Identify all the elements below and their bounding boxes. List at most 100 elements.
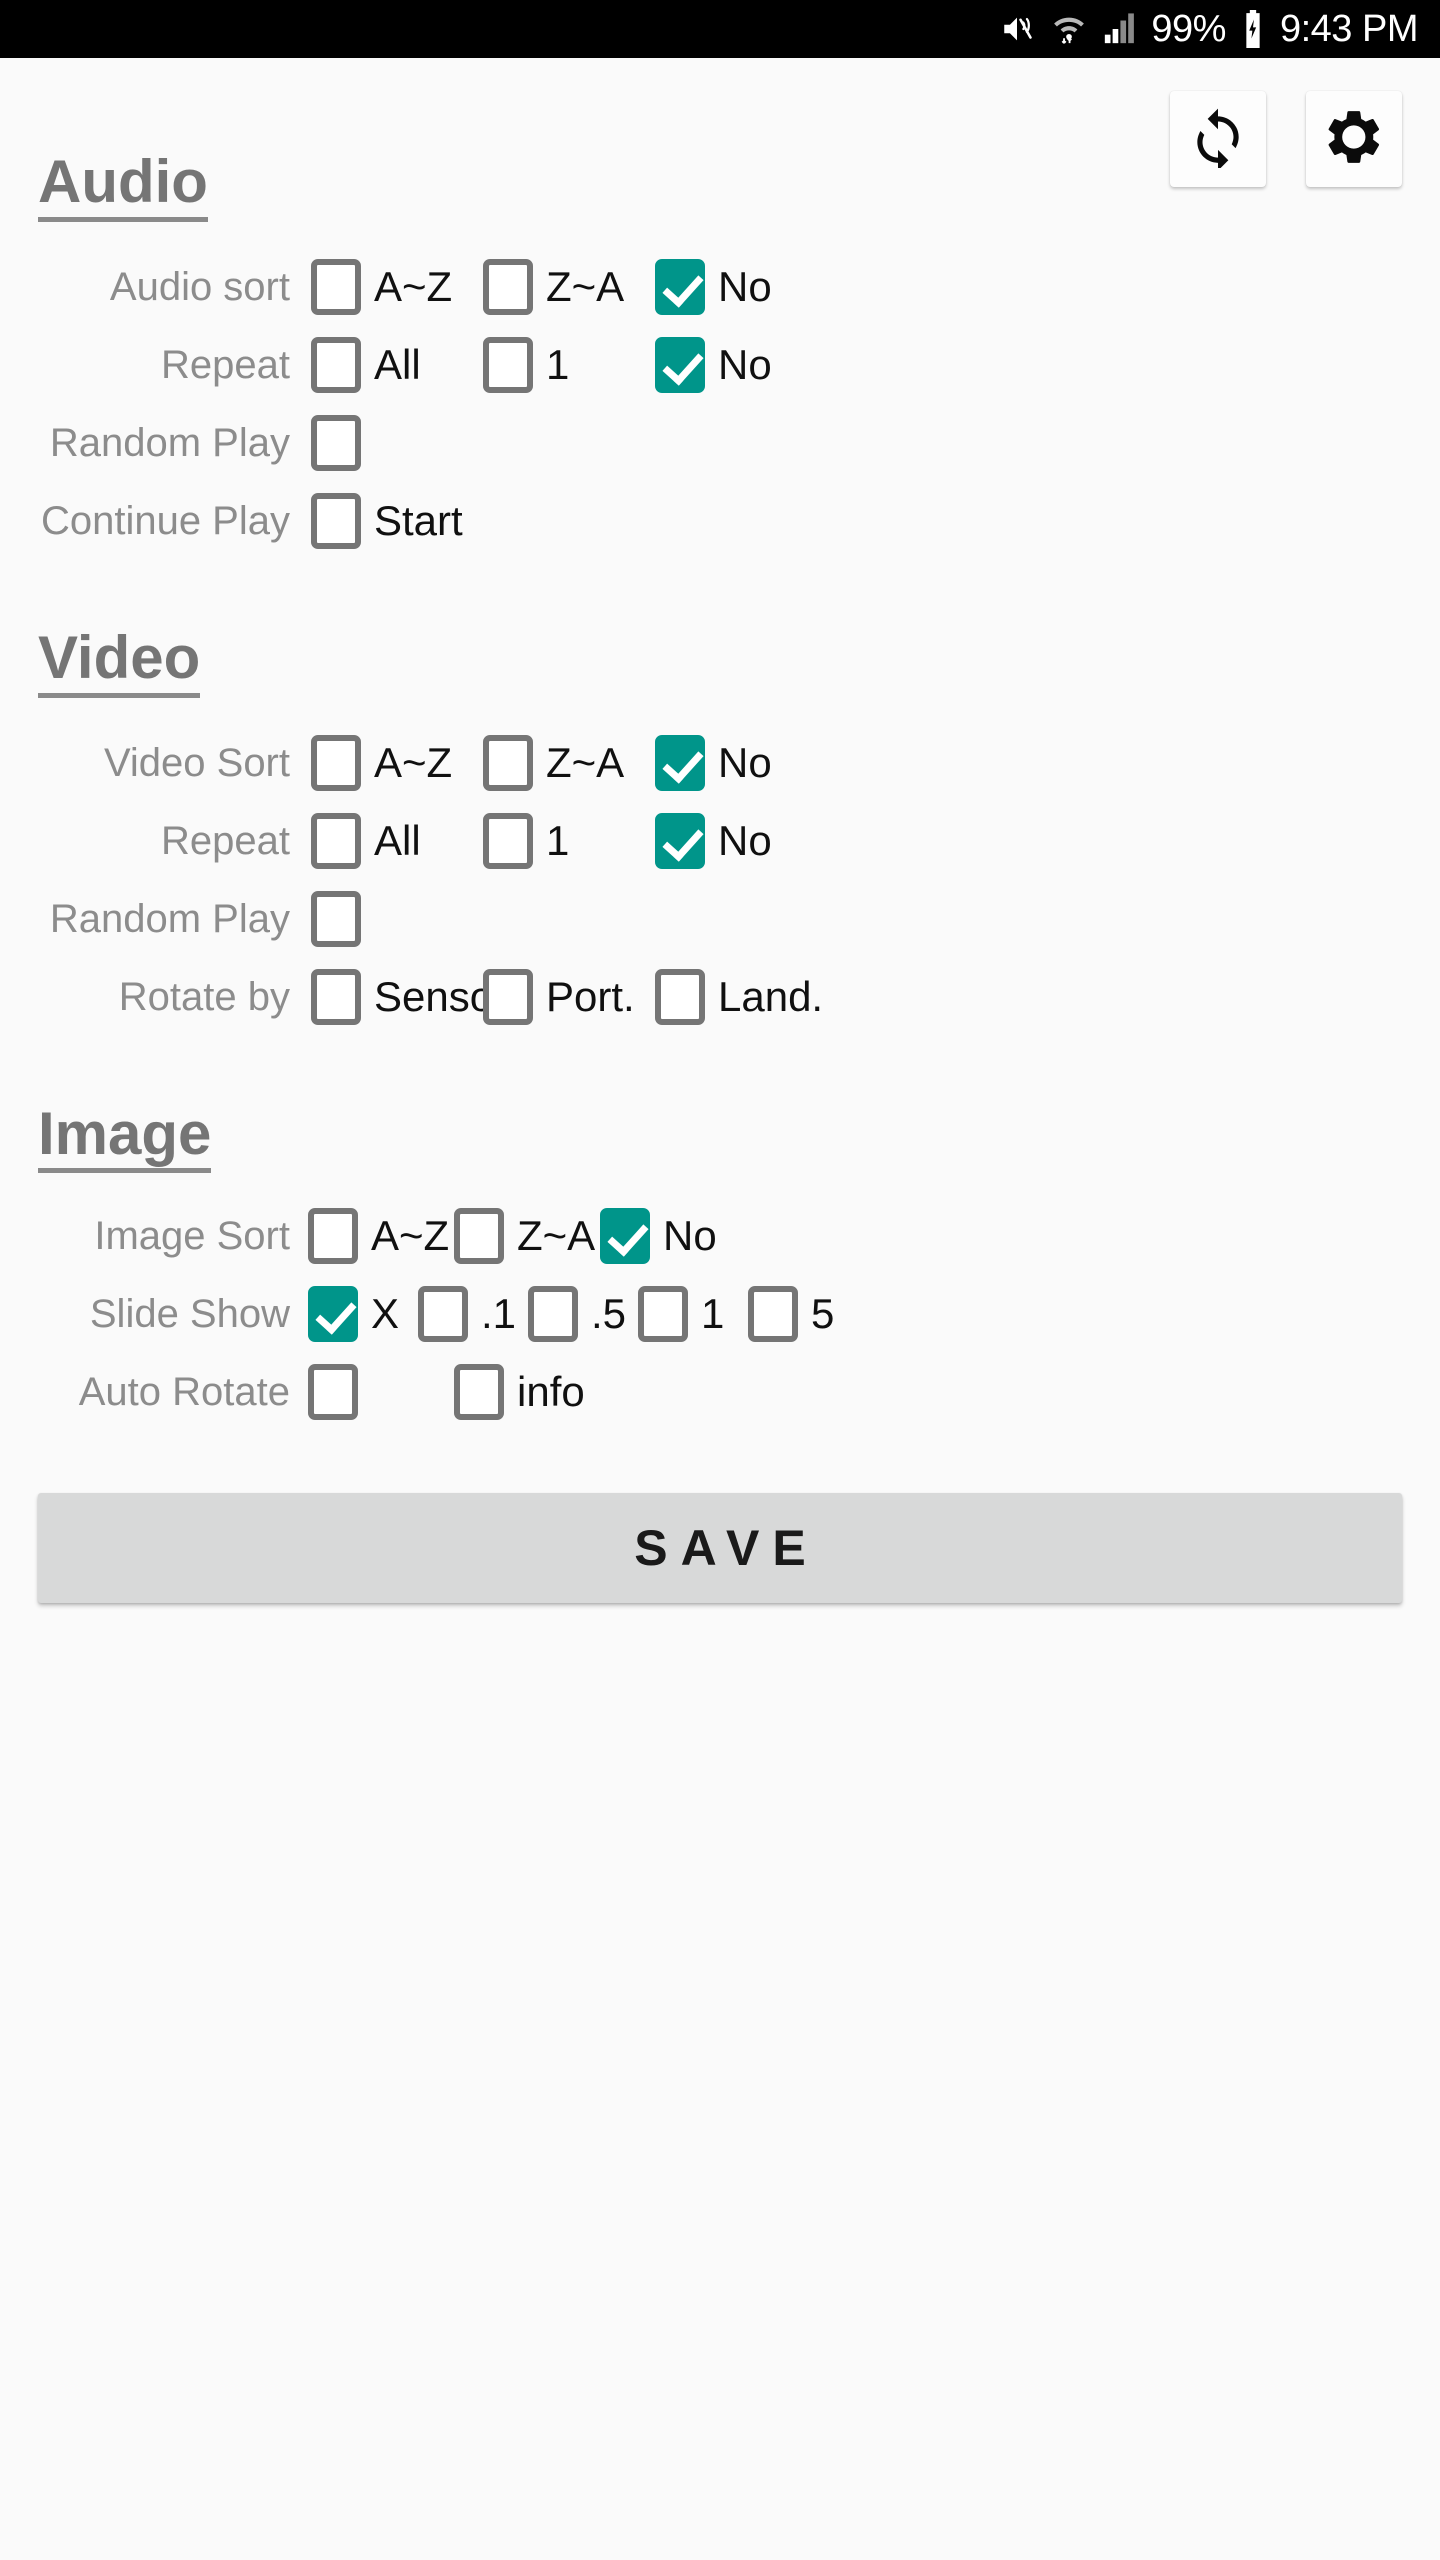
save-button-container: SAVE <box>0 1493 1440 1604</box>
option-audio-sort-no[interactable]: No <box>655 258 772 315</box>
option-label: A~Z <box>374 738 453 786</box>
option-audio-repeat-all[interactable]: All <box>311 336 483 393</box>
option-audio-repeat-one[interactable]: 1 <box>483 336 655 393</box>
option-video-repeat-all[interactable]: All <box>311 812 483 869</box>
option-video-random-play[interactable] <box>311 890 374 947</box>
checkbox[interactable] <box>638 1286 688 1343</box>
option-audio-sort-az[interactable]: A~Z <box>311 258 483 315</box>
checkbox[interactable] <box>311 890 361 947</box>
battery-charging-icon <box>1240 10 1266 48</box>
option-image-sort-no[interactable]: No <box>600 1208 717 1265</box>
option-rotate-landscape[interactable]: Land. <box>655 968 824 1025</box>
option-label: Land. <box>718 972 824 1020</box>
row-label: Auto Rotate <box>78 1370 290 1415</box>
checkbox[interactable] <box>311 968 361 1025</box>
row-label: Random Play <box>49 896 290 941</box>
option-video-repeat-one[interactable]: 1 <box>483 812 655 869</box>
option-image-sort-za[interactable]: Z~A <box>454 1208 600 1265</box>
checkbox[interactable] <box>655 258 705 315</box>
option-slideshow-one[interactable]: 1 <box>638 1286 748 1343</box>
option-audio-random-play[interactable] <box>311 414 374 471</box>
checkbox[interactable] <box>655 812 705 869</box>
checkbox[interactable] <box>308 1364 358 1421</box>
option-slideshow-point1[interactable]: .1 <box>418 1286 528 1343</box>
option-video-repeat-no[interactable]: No <box>655 812 772 869</box>
checkbox[interactable] <box>311 336 361 393</box>
checkbox[interactable] <box>311 734 361 791</box>
option-video-sort-za[interactable]: Z~A <box>483 734 655 791</box>
option-image-info[interactable]: info <box>454 1364 585 1421</box>
save-button[interactable]: SAVE <box>38 1493 1402 1604</box>
checkbox[interactable] <box>308 1208 358 1265</box>
row-image-sort: Image Sort A~Z Z~A No <box>0 1197 1440 1275</box>
checkbox[interactable] <box>655 734 705 791</box>
checkbox[interactable] <box>655 968 705 1025</box>
checkbox[interactable] <box>454 1364 504 1421</box>
row-label: Continue Play <box>40 498 290 543</box>
option-label: No <box>663 1212 717 1260</box>
checkbox[interactable] <box>311 812 361 869</box>
checkbox[interactable] <box>454 1208 504 1265</box>
option-label: No <box>718 738 772 786</box>
option-audio-sort-za[interactable]: Z~A <box>483 258 655 315</box>
checkbox[interactable] <box>311 414 361 471</box>
option-label: All <box>374 816 421 864</box>
option-label: 1 <box>701 1290 725 1338</box>
option-label: .5 <box>591 1290 627 1338</box>
option-label: A~Z <box>374 262 453 310</box>
checkbox[interactable] <box>748 1286 798 1343</box>
option-label: X <box>371 1290 400 1338</box>
option-slideshow-five[interactable]: 5 <box>748 1286 834 1343</box>
option-image-sort-az[interactable]: A~Z <box>308 1208 454 1265</box>
section-title-image: Image <box>38 1101 212 1174</box>
option-audio-continue-play-start[interactable]: Start <box>311 492 463 549</box>
clock-label: 9:43 PM <box>1279 8 1419 50</box>
section-title-video: Video <box>38 625 201 698</box>
row-label: Image Sort <box>94 1214 290 1259</box>
checkbox[interactable] <box>483 336 533 393</box>
section-audio-rows: Audio sort A~Z Z~A No Repeat All 1 No Ra… <box>0 248 1440 560</box>
option-audio-repeat-no[interactable]: No <box>655 336 772 393</box>
option-label: .1 <box>481 1290 517 1338</box>
row-image-slide-show: Slide Show X .1 .5 1 5 <box>0 1275 1440 1353</box>
row-label: Audio sort <box>109 264 290 309</box>
checkbox[interactable] <box>311 258 361 315</box>
option-label: Z~A <box>517 1212 596 1260</box>
row-audio-sort: Audio sort A~Z Z~A No <box>0 248 1440 326</box>
settings-button[interactable] <box>1306 91 1402 187</box>
option-label: Port. <box>546 972 635 1020</box>
row-label: Random Play <box>49 420 290 465</box>
option-video-sort-no[interactable]: No <box>655 734 772 791</box>
row-video-repeat: Repeat All 1 No <box>0 802 1440 880</box>
option-slideshow-point5[interactable]: .5 <box>528 1286 638 1343</box>
option-rotate-portrait[interactable]: Port. <box>483 968 655 1025</box>
option-label: All <box>374 340 421 388</box>
checkbox[interactable] <box>418 1286 468 1343</box>
option-auto-rotate[interactable] <box>308 1364 454 1421</box>
gear-icon <box>1323 106 1385 173</box>
row-audio-repeat: Repeat All 1 No <box>0 326 1440 404</box>
cellular-signal-icon <box>1101 12 1137 46</box>
option-label: Start <box>374 496 463 544</box>
option-label: info <box>517 1368 585 1416</box>
checkbox[interactable] <box>655 336 705 393</box>
option-video-sort-az[interactable]: A~Z <box>311 734 483 791</box>
wifi-icon <box>1051 12 1087 46</box>
section-video-rows: Video Sort A~Z Z~A No Repeat All 1 No Ra… <box>0 724 1440 1036</box>
checkbox[interactable] <box>311 492 361 549</box>
checkbox[interactable] <box>600 1208 650 1265</box>
option-label: Z~A <box>546 262 625 310</box>
checkbox[interactable] <box>483 968 533 1025</box>
checkbox[interactable] <box>528 1286 578 1343</box>
checkbox[interactable] <box>483 734 533 791</box>
option-label: A~Z <box>371 1212 450 1260</box>
checkbox[interactable] <box>483 258 533 315</box>
row-audio-random-play: Random Play <box>0 404 1440 482</box>
option-label: No <box>718 262 772 310</box>
option-rotate-sensor[interactable]: Sensor <box>311 968 507 1025</box>
option-slideshow-off[interactable]: X <box>308 1286 418 1343</box>
checkbox[interactable] <box>483 812 533 869</box>
checkbox[interactable] <box>308 1286 358 1343</box>
refresh-button[interactable] <box>1170 91 1266 187</box>
row-label: Video Sort <box>103 740 290 785</box>
